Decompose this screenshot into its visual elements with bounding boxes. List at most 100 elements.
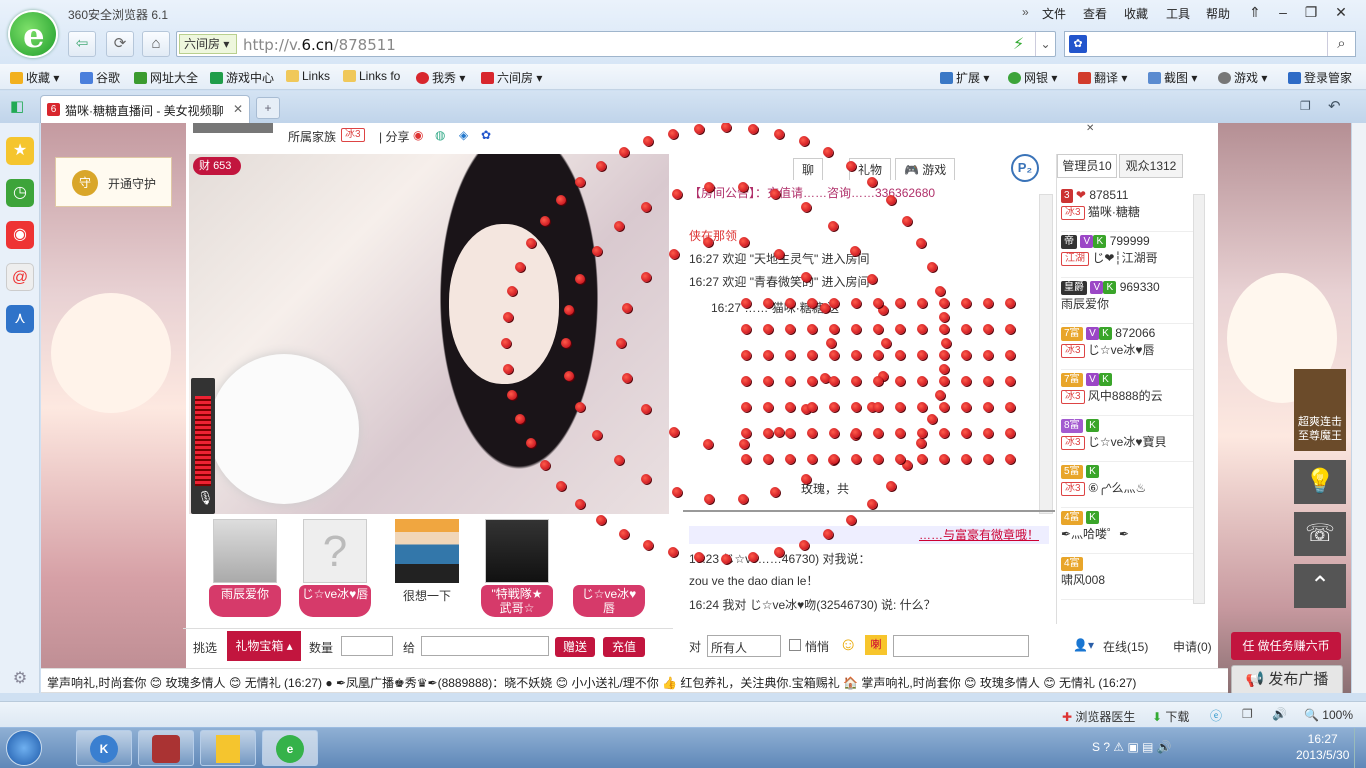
gift-box-tab[interactable]: 礼物宝箱 ▴ — [227, 631, 301, 661]
promo-game-banner[interactable]: 超爽连击 至尊魔王 — [1294, 369, 1346, 451]
tab-admins[interactable]: 管理员10 — [1057, 154, 1117, 178]
toolbar-game[interactable]: 游戏 ▾ — [1218, 69, 1267, 86]
restore-tabs-icon[interactable]: ❐ — [1300, 99, 1311, 113]
send-gift-button[interactable]: 赠送 — [555, 637, 595, 657]
recipient-select[interactable]: 所有人 — [707, 635, 781, 657]
tab-close-icon[interactable]: ✕ — [233, 102, 243, 116]
publish-broadcast-button[interactable]: 📢 发布广播 — [1231, 665, 1343, 693]
bookmark-favorites[interactable]: 收藏 ▾ — [10, 69, 59, 86]
fan-slot[interactable]: ? じ☆ve冰♥唇 — [299, 519, 371, 617]
weibo-share-icon[interactable]: ◉ — [413, 128, 423, 142]
lightbulb-icon[interactable]: 💡 — [1294, 460, 1346, 504]
address-bar[interactable]: 六间房 ▾ http://v.6.cn/878511 ⚡ ⌄ — [176, 31, 1056, 57]
apply-count[interactable]: 申请(0) — [1173, 638, 1212, 655]
maximize-button[interactable]: ❐ — [1298, 2, 1324, 22]
tab-viewers[interactable]: 观众1312 — [1119, 154, 1183, 178]
browser-logo-icon[interactable]: e — [8, 10, 58, 58]
user-row[interactable]: 5富 K 冰3 ⑥╭^么灬♨ — [1061, 464, 1193, 508]
back-to-top-icon[interactable]: ⌃ — [1294, 564, 1346, 608]
broadcast-marquee[interactable]: 掌声响礼,时尚套你 😊 玫瑰多情人 😊 无情礼 (16:27) ● ✒凤凰广播♚… — [41, 668, 1228, 693]
qzone-share-icon[interactable]: ◈ — [459, 128, 468, 142]
toolbar-extensions[interactable]: 扩展 ▾ — [940, 69, 989, 86]
page-scrollbar[interactable] — [1351, 123, 1366, 693]
minimize-button[interactable]: – — [1270, 2, 1296, 22]
start-button[interactable] — [6, 730, 42, 766]
app-icon[interactable]: ⋏ — [6, 305, 34, 333]
menu-favorites[interactable]: 收藏 — [1124, 5, 1148, 22]
recharge-button[interactable]: 充值 — [603, 637, 645, 657]
user-row[interactable]: 帝 VK 799999 江湖 じ❤┆江湖哥 — [1061, 234, 1193, 278]
task-button[interactable]: 任 做任务赚六币 — [1231, 632, 1341, 660]
tray-icons[interactable]: S ? ⚠ ▣ ▤ 🔊 — [1092, 740, 1172, 754]
taskbar-app-k[interactable]: K — [76, 730, 132, 766]
chat-message-input[interactable] — [893, 635, 1029, 657]
toolbar-login[interactable]: 登录管家 — [1288, 69, 1352, 86]
speaker-icon[interactable]: 🔊 — [1272, 707, 1287, 721]
chat-scrollbar[interactable] — [1039, 194, 1053, 514]
user-row[interactable]: 7富 V K 冰3 风中8888的云 — [1061, 372, 1193, 416]
url-text[interactable]: http://v.6.cn/878511 — [243, 36, 396, 54]
bookmark-google[interactable]: 谷歌 — [80, 69, 120, 86]
sidebar-toggle-icon[interactable]: ◧ — [10, 97, 24, 115]
bookmark-games[interactable]: 游戏中心 — [210, 69, 274, 86]
tab-active[interactable]: 6 猫咪·糖糖直播间 - 美女视频聊 ✕ — [40, 95, 250, 123]
qq-share-icon[interactable]: ◍ — [435, 128, 445, 142]
search-input[interactable] — [1091, 34, 1321, 54]
close-button[interactable]: ✕ — [1328, 2, 1354, 22]
bookmark-6cn[interactable]: 六间房 ▾ — [481, 69, 542, 86]
ie-icon[interactable]: ⓔ — [1210, 707, 1222, 724]
clock[interactable]: 16:27 2013/5/30 — [1296, 731, 1349, 763]
toolbar-translate[interactable]: 翻译 ▾ — [1078, 69, 1127, 86]
microphone-icon[interactable]: 🎙 — [197, 490, 214, 506]
mail-icon[interactable]: @ — [6, 263, 34, 291]
search-icon[interactable]: ⌕ — [1327, 32, 1355, 56]
menu-arrow-icon[interactable]: » — [1022, 5, 1029, 19]
menu-file[interactable]: 文件 — [1042, 5, 1066, 22]
bookmark-links[interactable]: Links — [286, 69, 330, 83]
taskbar-app-notes[interactable] — [200, 730, 256, 766]
family-badge[interactable]: 冰3 — [341, 127, 365, 142]
user-row[interactable]: 4富 啸风008 — [1061, 556, 1193, 600]
weibo-icon[interactable]: ◉ — [6, 221, 34, 249]
bookmark-nav[interactable]: 网址大全 — [134, 69, 198, 86]
browser-doctor[interactable]: ✚ 浏览器医生 — [1062, 708, 1135, 725]
new-tab-button[interactable]: + — [256, 97, 280, 119]
user-row[interactable]: 3 ❤ 878511 冰3 猫咪·糖糖 — [1061, 188, 1193, 232]
recipient-input[interactable] — [421, 636, 549, 656]
show-desktop-button[interactable] — [1354, 728, 1366, 768]
lightning-icon[interactable]: ⚡ — [1013, 34, 1024, 54]
pin-icon[interactable]: ⇑ — [1242, 2, 1268, 22]
horn-icon[interactable]: 喇 — [865, 635, 887, 655]
emoji-icon[interactable]: ☺ — [839, 634, 857, 655]
bookmark-woxiu[interactable]: 我秀 ▾ — [416, 69, 465, 86]
guard-button[interactable]: 守 开通守护 — [55, 157, 172, 207]
menu-help[interactable]: 帮助 — [1206, 5, 1230, 22]
toolbar-screenshot[interactable]: 截图 ▾ — [1148, 69, 1197, 86]
baidu-paw-icon[interactable]: ✿ — [1069, 35, 1087, 53]
undo-icon[interactable]: ↶ — [1328, 97, 1341, 115]
user-row[interactable]: 4富 K ✒灬哈喽゜✒ — [1061, 510, 1193, 554]
back-button[interactable]: ⇦ — [68, 31, 96, 57]
bookmark-linksfo[interactable]: Links fo — [343, 69, 400, 83]
userlist-scrollbar[interactable] — [1193, 194, 1205, 604]
more-icon[interactable]: ✕ — [1086, 123, 1094, 134]
fan-slot[interactable]: 雨辰爱你 — [209, 519, 281, 617]
favorites-star-icon[interactable]: ★ — [6, 137, 34, 165]
menu-view[interactable]: 查看 — [1083, 5, 1107, 22]
whisper-checkbox[interactable] — [789, 639, 801, 651]
home-button[interactable]: ⌂ — [142, 31, 170, 57]
taskbar-app-game[interactable] — [138, 730, 194, 766]
user-row[interactable]: 7富 VK 872066 冰3 じ☆ve冰♥唇 — [1061, 326, 1193, 370]
qty-input[interactable] — [341, 636, 393, 656]
phone-icon[interactable]: ☏ — [1294, 512, 1346, 556]
user-row[interactable]: 8富 K 冰3 じ☆ve冰♥寶貝 — [1061, 418, 1193, 462]
window-icon[interactable]: ❐ — [1242, 707, 1253, 721]
download[interactable]: ⬇ 下载 — [1152, 708, 1189, 725]
mic-volume-meter[interactable]: 🎙 — [191, 378, 215, 514]
toolbar-bank[interactable]: 网银 ▾ — [1008, 69, 1057, 86]
fan-slot[interactable]: 很想一下 — [391, 519, 463, 604]
taskbar-app-360browser[interactable]: e — [262, 730, 318, 766]
refresh-button[interactable]: ⟳ — [106, 31, 134, 57]
settings-gear-icon[interactable]: ⚙ — [6, 665, 34, 693]
zoom-level[interactable]: 🔍 100% — [1304, 708, 1353, 722]
